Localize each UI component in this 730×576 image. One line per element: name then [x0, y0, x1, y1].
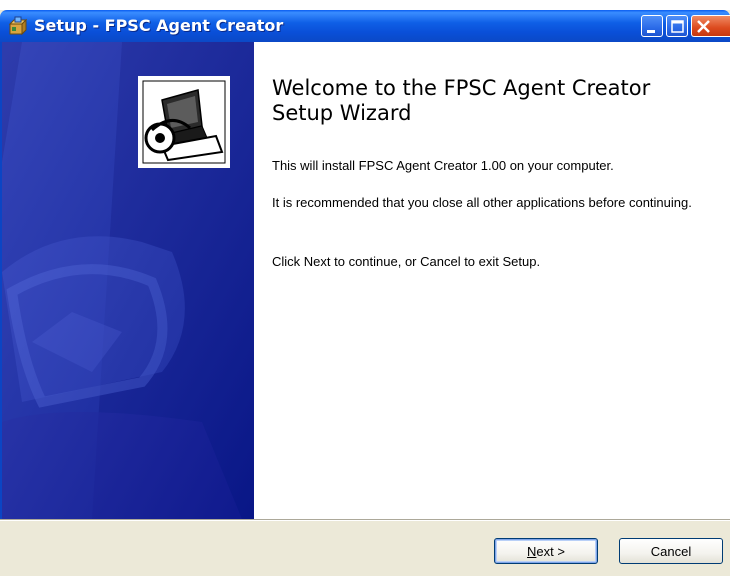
- install-info-text: This will install FPSC Agent Creator 1.0…: [272, 158, 614, 173]
- minimize-button[interactable]: [641, 15, 663, 37]
- wizard-banner: [0, 42, 254, 519]
- next-label: ext >: [536, 543, 565, 559]
- next-button[interactable]: Next >: [494, 538, 598, 564]
- minimize-icon: [647, 30, 655, 33]
- close-button[interactable]: [691, 15, 730, 37]
- wizard-content: Welcome to the FPSC Agent Creator Setup …: [254, 42, 730, 519]
- window-title: Setup - FPSC Agent Creator: [34, 16, 284, 35]
- setup-window: Setup - FPSC Agent Creator Welcome to th…: [0, 10, 730, 576]
- maximize-icon: [671, 20, 684, 33]
- button-bar: Next > Cancel: [0, 521, 730, 576]
- maximize-button[interactable]: [666, 15, 688, 37]
- next-cancel-instruction: Click Next to continue, or Cancel to exi…: [272, 254, 541, 269]
- close-icon: [697, 20, 710, 33]
- cancel-button[interactable]: Cancel: [619, 538, 723, 564]
- title-bar[interactable]: Setup - FPSC Agent Creator: [0, 10, 730, 42]
- top-strip: [0, 0, 730, 10]
- computer-install-icon: [138, 76, 230, 168]
- close-apps-text: It is recommended that you close all oth…: [272, 195, 692, 210]
- welcome-heading: Welcome to the FPSC Agent Creator Setup …: [272, 76, 651, 125]
- setup-box-icon: [8, 16, 28, 36]
- next-mnemonic: N: [527, 543, 537, 559]
